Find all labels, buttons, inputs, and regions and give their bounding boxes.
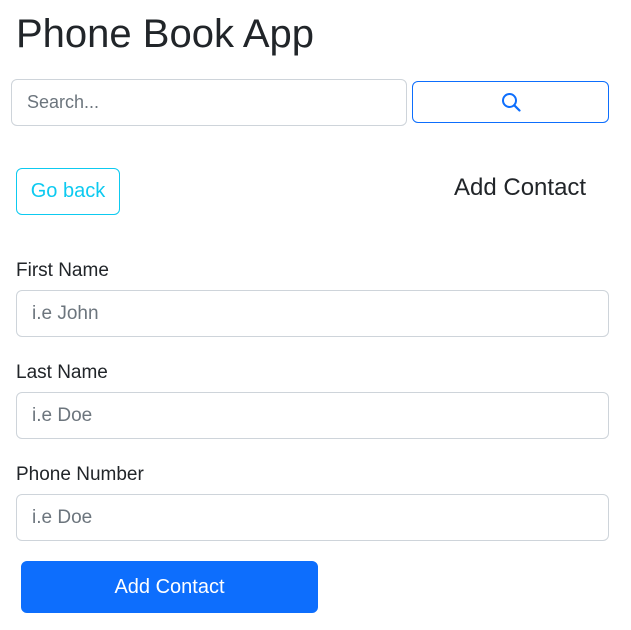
search-input[interactable] (11, 79, 407, 126)
first-name-field[interactable] (16, 290, 609, 337)
first-name-label: First Name (16, 260, 109, 281)
last-name-label: Last Name (16, 362, 108, 383)
last-name-field[interactable] (16, 392, 609, 439)
search-button[interactable] (412, 81, 609, 123)
add-contact-button[interactable]: Add Contact (21, 561, 318, 613)
search-icon (501, 92, 521, 112)
go-back-button[interactable]: Go back (16, 168, 120, 215)
section-title: Add Contact (454, 174, 587, 201)
page-title: Phone Book App (16, 12, 315, 56)
phone-number-label: Phone Number (16, 464, 144, 485)
phone-number-field[interactable] (16, 494, 609, 541)
